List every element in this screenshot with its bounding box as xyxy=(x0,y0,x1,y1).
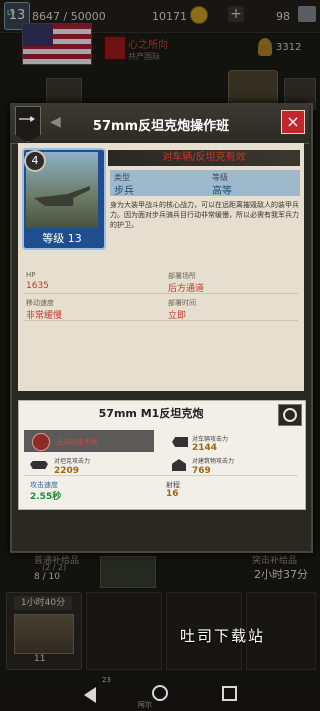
unit-rank-badge: 4 xyxy=(24,150,46,172)
anti-vehicle-value: 2144 xyxy=(192,443,218,453)
move-speed-label: 移动速度 xyxy=(26,299,54,307)
ability-text: 无法攻击步兵 xyxy=(56,438,98,446)
range-value: 16 xyxy=(166,489,179,499)
hp-label: HP xyxy=(26,271,36,279)
stopwatch-icon xyxy=(283,408,297,422)
deploy-time-label: 部署时间 xyxy=(168,299,196,307)
watermark-text: 吐司下载站 xyxy=(180,627,266,645)
vehicle-icon xyxy=(172,437,188,447)
anti-building-label: 对建筑物攻击力 xyxy=(192,458,235,465)
no-infantry-icon xyxy=(32,433,50,451)
recent-apps-icon[interactable] xyxy=(222,686,237,701)
anti-vehicle-label: 对车辆攻击力 xyxy=(192,436,229,443)
type-grade-box xyxy=(110,170,300,196)
dialog-title: 57mm反坦克炮操作班 xyxy=(92,119,230,134)
nav-caption: 阿尔 xyxy=(138,701,152,709)
specialty-banner: 对车辆/反坦克有效 xyxy=(108,150,300,166)
divider xyxy=(24,320,298,321)
grade-value: 高等 xyxy=(212,186,232,197)
attack-speed-value: 2.55秒 xyxy=(30,492,62,502)
back-icon[interactable] xyxy=(84,687,96,703)
unit-level: 等级 13 xyxy=(42,232,82,245)
divider xyxy=(24,293,298,294)
nav-badge: 23 xyxy=(102,676,111,684)
unit-type-tab[interactable] xyxy=(15,106,41,142)
deploy-place-label: 部署场所 xyxy=(168,272,196,280)
anti-tank-label: 对坦克攻击力 xyxy=(54,458,91,465)
close-button[interactable]: × xyxy=(281,110,305,134)
weapon-title: 57mm M1反坦克炮 xyxy=(98,407,204,420)
unit-description: 身为大装甲战斗的核心战力，可以在远距离摧毁敌人的装甲兵力。因为面对步兵骑兵目行动… xyxy=(110,201,299,229)
home-icon[interactable] xyxy=(152,685,168,701)
divider xyxy=(24,475,298,476)
type-value: 步兵 xyxy=(114,186,134,197)
hp-value: 1635 xyxy=(26,281,49,291)
